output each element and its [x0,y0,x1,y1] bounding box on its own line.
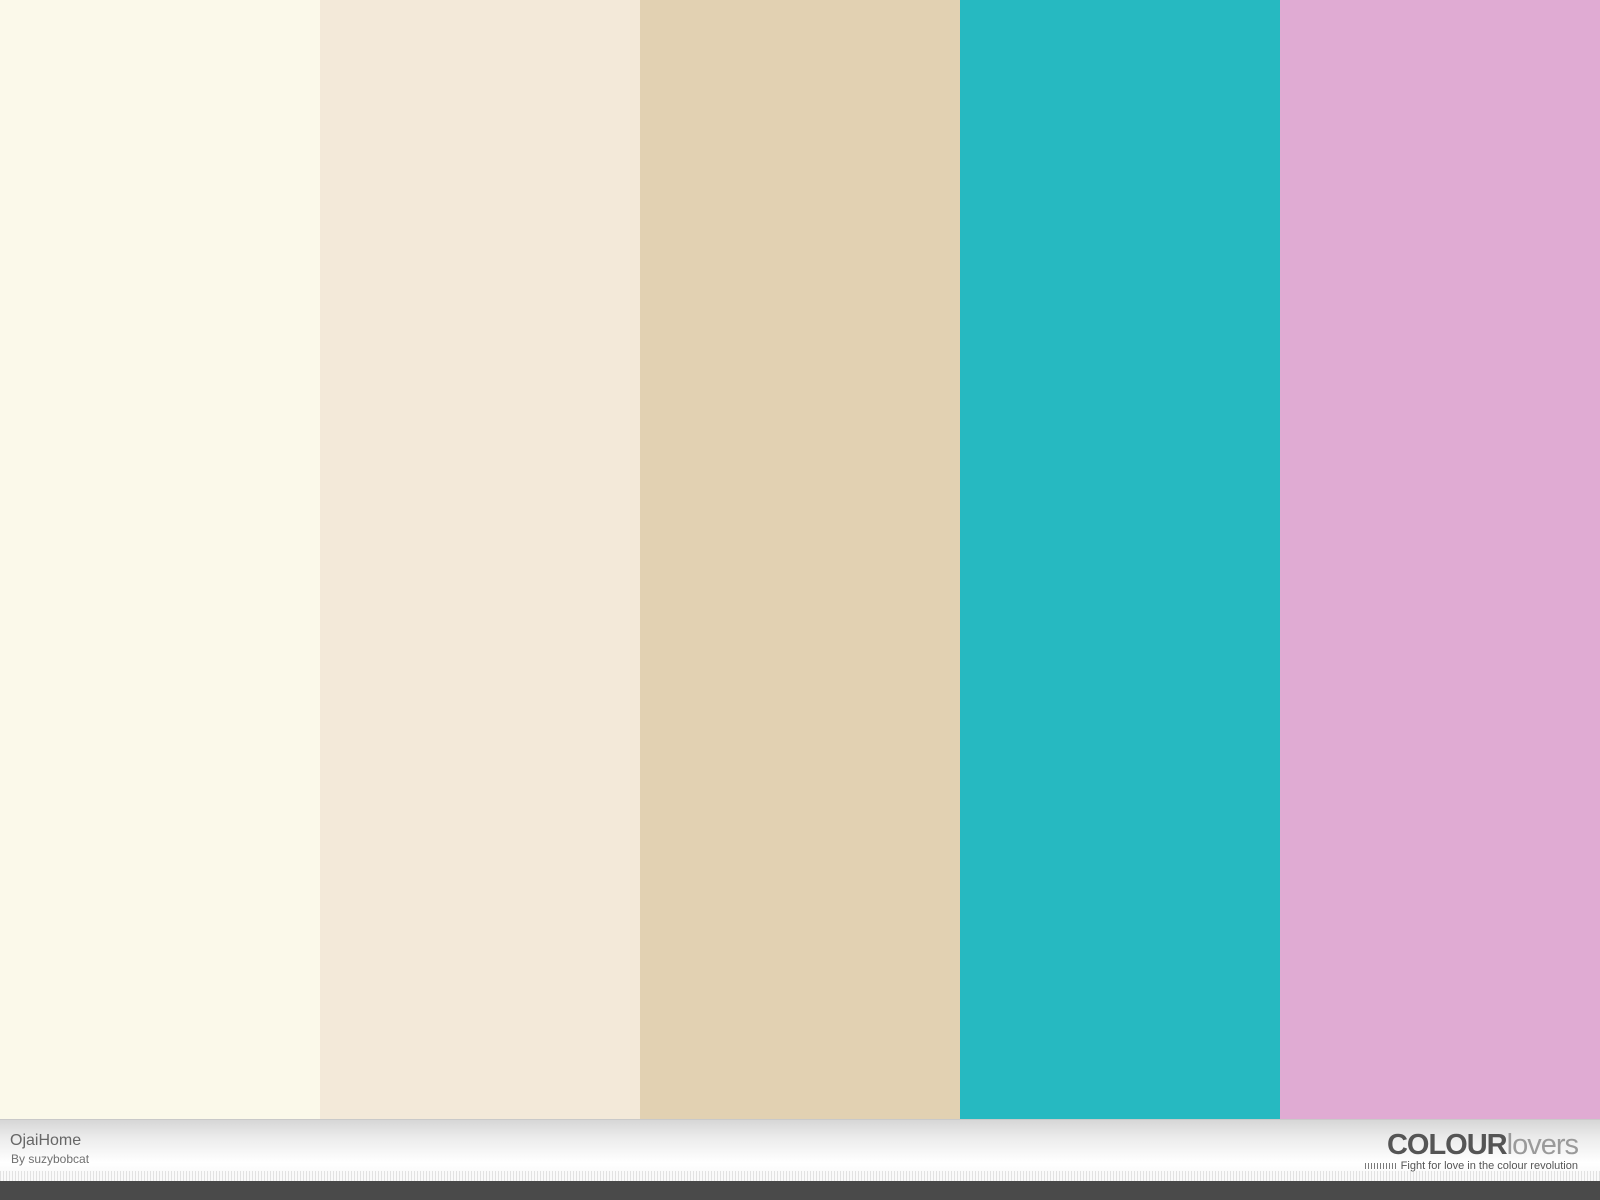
color-swatch-5[interactable] [1280,0,1600,1119]
colourlovers-logo[interactable]: COLOURlovers Fight for love in the colou… [1364,1129,1579,1172]
footer-bar: OjaiHome By suzybobcat COLOURlovers Figh… [0,1119,1600,1181]
palette-title[interactable]: OjaiHome [10,1132,81,1150]
logo-bold-text: COLOUR [1386,1129,1508,1161]
palette-author[interactable]: By suzybobcat [11,1152,89,1166]
bottom-bar [0,1181,1600,1200]
palette-page: OjaiHome By suzybobcat COLOURlovers Figh… [0,0,1600,1200]
footer-stripes [0,1171,1600,1181]
dots-decoration-icon [1364,1163,1397,1170]
color-swatch-3[interactable] [640,0,960,1119]
tagline-text: Fight for love in the colour revolution [1400,1160,1578,1172]
color-swatch-2[interactable] [320,0,640,1119]
logo-tagline: Fight for love in the colour revolution [1364,1160,1578,1172]
color-swatches [0,0,1600,1119]
color-swatch-4[interactable] [960,0,1280,1119]
color-swatch-1[interactable] [0,0,320,1119]
logo-light-text: lovers [1506,1129,1579,1161]
logo-wordmark: COLOURlovers [1365,1129,1579,1161]
